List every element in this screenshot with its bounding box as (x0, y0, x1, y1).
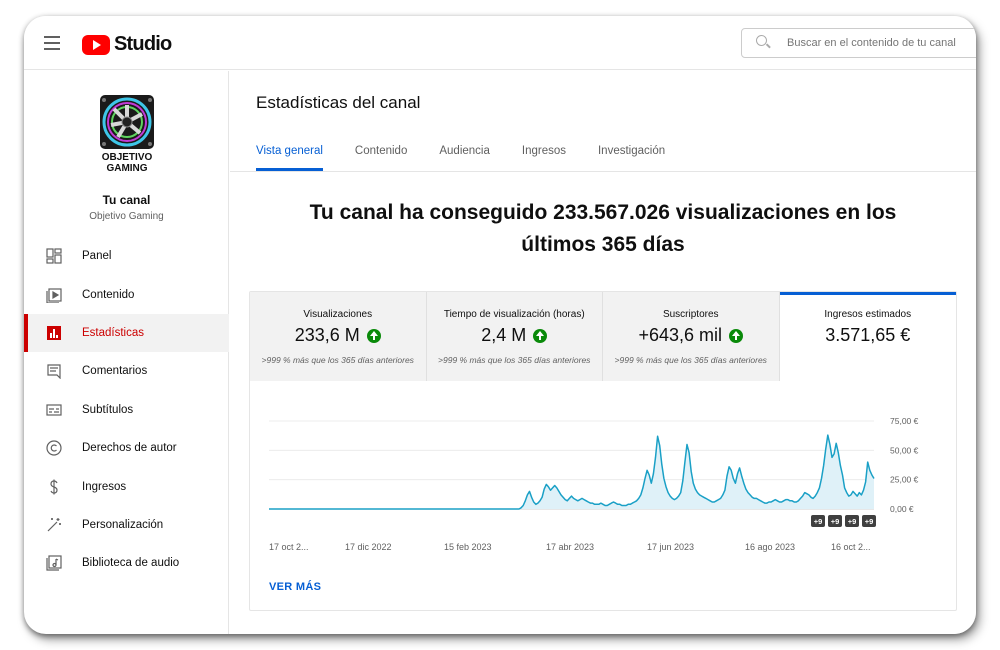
y-tick-label: 0,00 € (890, 504, 914, 514)
content-icon (46, 287, 62, 303)
sidebar-item-earnings[interactable]: Ingresos (24, 467, 229, 505)
hamburger-menu-icon[interactable] (44, 36, 60, 50)
x-tick-label: 17 abr 2023 (546, 542, 594, 552)
sidebar-item-label: Derechos de autor (82, 442, 177, 455)
main-content: Estadísticas del canal Vista general Con… (230, 71, 976, 634)
metric-title: Visualizaciones (303, 309, 373, 320)
metric-estimated-revenue[interactable]: Ingresos estimados 3.571,65 € (779, 292, 956, 381)
headline-line1: Tu canal ha conseguido 233.567.026 visua… (309, 201, 897, 224)
dollar-icon (46, 479, 62, 495)
sidebar-item-panel[interactable]: Panel (24, 237, 229, 275)
sidebar-item-label: Biblioteca de audio (82, 557, 180, 570)
sidebar: OBJETIVO GAMING Tu canal Objetivo Gaming… (24, 71, 229, 634)
metric-compare: >999 % más que los 365 días anteriores (261, 355, 414, 365)
sidebar-item-subtitles[interactable]: Subtítulos (24, 391, 229, 429)
sidebar-item-analytics[interactable]: Estadísticas (24, 313, 229, 353)
audio-library-icon (46, 555, 62, 571)
avatar-text-line2: GAMING (106, 163, 147, 173)
sidebar-item-content[interactable]: Contenido (24, 275, 229, 313)
annotation-label: +9 (814, 517, 823, 526)
metric-title: Ingresos estimados (824, 309, 912, 320)
sidebar-item-label: Subtítulos (82, 403, 134, 416)
tabs-divider (230, 171, 976, 172)
trend-up-icon (533, 328, 548, 343)
metric-value: 2,4 M (481, 325, 527, 345)
views-headline: Tu canal ha conseguido 233.567.026 visua… (266, 197, 940, 261)
sidebar-item-label: Ingresos (82, 480, 127, 493)
metric-views[interactable]: Visualizaciones 233,6 M >999 % más que l… (250, 292, 427, 381)
channel-name: Objetivo Gaming (89, 211, 164, 222)
x-tick-label: 17 jun 2023 (647, 542, 694, 552)
search-icon[interactable] (756, 35, 772, 51)
overview-card: Visualizaciones 233,6 M >999 % más que l… (249, 291, 957, 611)
logo-text: Studio (114, 33, 172, 55)
sidebar-item-label: Contenido (82, 288, 135, 301)
annotation-label: +9 (831, 517, 840, 526)
top-header: Studio (24, 16, 976, 70)
metric-compare: >999 % más que los 365 días anteriores (438, 355, 591, 365)
tab-research[interactable]: Investigación (598, 137, 665, 171)
copyright-icon (46, 440, 62, 456)
metric-tabs: Visualizaciones 233,6 M >999 % más que l… (250, 292, 956, 381)
metric-compare: >999 % más que los 365 días anteriores (614, 355, 767, 365)
revenue-chart[interactable]: 0,00 € 25,00 € 50,00 € 75,00 € +9 +9 +9 +9 17 oc… (250, 387, 956, 567)
tab-audience[interactable]: Audiencia (439, 137, 490, 171)
sidebar-item-label: Comentarios (82, 365, 148, 378)
metric-subscribers[interactable]: Suscriptores +643,6 mil >999 % más que l… (603, 292, 780, 381)
tab-revenue[interactable]: Ingresos (522, 137, 566, 171)
analytics-icon (46, 325, 62, 341)
sidebar-item-audio-library[interactable]: Biblioteca de audio (24, 544, 229, 582)
metric-value: 233,6 M (294, 325, 360, 345)
y-tick-label: 25,00 € (890, 475, 919, 485)
sidebar-item-comments[interactable]: Comentarios (24, 352, 229, 390)
sidebar-item-label: Personalización (82, 518, 164, 531)
metric-title: Tiempo de visualización (horas) (443, 309, 585, 320)
headline-line2: últimos 365 días (521, 233, 685, 256)
x-tick-label: 16 ago 2023 (745, 542, 795, 552)
y-tick-label: 75,00 € (890, 416, 919, 426)
studio-window: Studio OBJETIVO GAMING Tu canal Objetivo… (24, 16, 976, 634)
subtitles-icon (46, 402, 62, 418)
annotation-label: +9 (865, 517, 874, 526)
x-tick-label: 16 oct 2... (831, 542, 871, 552)
trend-up-icon (729, 328, 744, 343)
search-input[interactable] (787, 37, 976, 49)
search-box[interactable] (741, 28, 976, 58)
tab-content[interactable]: Contenido (355, 137, 407, 171)
youtube-play-icon (82, 34, 110, 55)
dashboard-icon (46, 248, 62, 264)
trend-up-icon (366, 328, 381, 343)
y-tick-label: 50,00 € (890, 445, 919, 455)
page-title: Estadísticas del canal (256, 93, 421, 112)
x-tick-label: 15 feb 2023 (444, 542, 492, 552)
sidebar-item-copyright[interactable]: Derechos de autor (24, 429, 229, 467)
x-tick-label: 17 oct 2... (269, 542, 309, 552)
comments-icon (46, 363, 62, 380)
metric-value: 3.571,65 € (825, 325, 911, 345)
analytics-tabs: Vista general Contenido Audiencia Ingres… (256, 137, 697, 171)
series-area (269, 435, 874, 509)
see-more-link[interactable]: VER MÁS (269, 581, 321, 593)
annotation-label: +9 (848, 517, 857, 526)
metric-watch-time[interactable]: Tiempo de visualización (horas) 2,4 M >9… (426, 292, 603, 381)
sidebar-nav: Panel Contenido Estadísticas Comentarios (24, 237, 229, 583)
magic-wand-icon (46, 517, 62, 533)
x-tick-label: 17 dic 2022 (345, 542, 392, 552)
sidebar-item-label: Panel (82, 250, 112, 263)
tab-overview[interactable]: Vista general (256, 137, 323, 171)
metric-title: Suscriptores (662, 309, 719, 320)
metric-value: +643,6 mil (638, 325, 723, 345)
your-channel-label[interactable]: Tu canal (24, 193, 229, 207)
youtube-studio-logo[interactable]: Studio (82, 33, 172, 56)
channel-avatar[interactable]: OBJETIVO GAMING (98, 95, 156, 174)
sidebar-item-customization[interactable]: Personalización (24, 506, 229, 544)
sidebar-item-label: Estadísticas (82, 326, 144, 339)
avatar-text-line1: OBJETIVO (102, 152, 153, 163)
